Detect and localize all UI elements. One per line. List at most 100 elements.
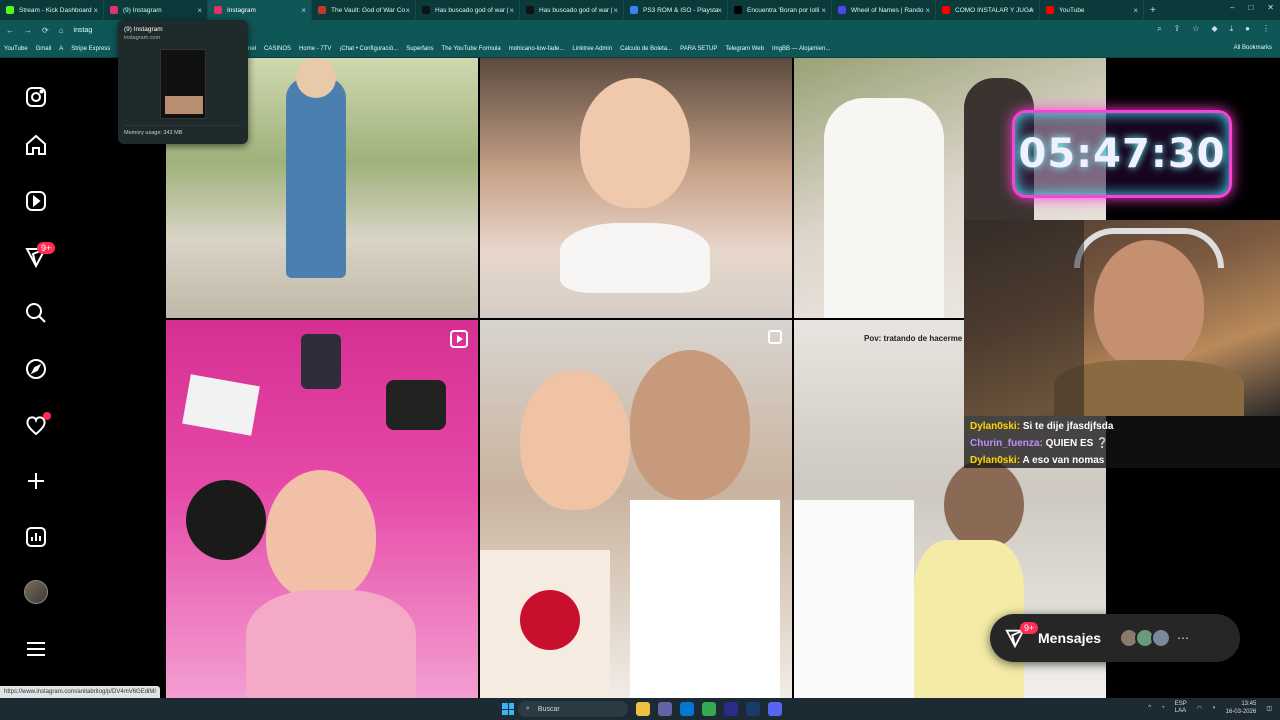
profile-avatar[interactable] bbox=[24, 580, 48, 604]
share-icon[interactable]: ⇪ bbox=[1174, 24, 1181, 34]
all-bookmarks-button[interactable]: All Bookmarks bbox=[1234, 45, 1272, 51]
maximize-icon[interactable]: □ bbox=[1248, 3, 1253, 12]
bookmark-item[interactable]: The YouTube Formula bbox=[442, 46, 501, 52]
create-plus-icon[interactable] bbox=[23, 468, 49, 494]
menu-icon[interactable]: ⋮ bbox=[1262, 24, 1270, 34]
bookmark-star-icon[interactable]: ☆ bbox=[1192, 24, 1199, 34]
instagram-logo-icon[interactable] bbox=[23, 84, 49, 110]
close-tab-icon[interactable]: × bbox=[509, 6, 514, 15]
bookmark-item[interactable]: YouTube bbox=[4, 46, 28, 52]
premiere-icon[interactable] bbox=[724, 702, 738, 716]
close-tab-icon[interactable]: × bbox=[613, 6, 618, 15]
close-tab-icon[interactable]: × bbox=[197, 6, 202, 15]
more-menu-icon[interactable] bbox=[23, 636, 49, 662]
dashboard-icon[interactable] bbox=[23, 524, 49, 550]
browser-tab[interactable]: PS3 ROM & ISO - Playsta × bbox=[624, 0, 728, 20]
tab-favicon-icon bbox=[838, 6, 846, 14]
extension-icon[interactable]: ◆ bbox=[1211, 24, 1217, 34]
taskbar-search-placeholder: Buscar bbox=[537, 705, 560, 713]
bookmark-item[interactable]: Stripe Express bbox=[71, 46, 110, 52]
tab-favicon-icon bbox=[1046, 6, 1054, 14]
back-icon[interactable]: ← bbox=[6, 26, 14, 35]
preview-url: instagram.com bbox=[124, 35, 161, 41]
more-options-icon[interactable]: ⋯ bbox=[1177, 631, 1189, 645]
stream-timer: 05:47:30 bbox=[1012, 110, 1232, 198]
close-tab-icon[interactable]: × bbox=[1029, 6, 1034, 15]
bookmark-item[interactable]: Telegram Web bbox=[725, 46, 764, 52]
minimize-icon[interactable]: – bbox=[1230, 3, 1234, 12]
chat-text: QUIEN ES ❔ bbox=[1045, 438, 1109, 449]
notifications-icon[interactable]: ◫ bbox=[1266, 705, 1272, 712]
messages-label: Mensajes bbox=[1038, 630, 1102, 646]
volume-icon[interactable]: ◖ bbox=[1212, 705, 1216, 711]
browser-tab[interactable]: Wheel of Names | Rando × bbox=[832, 0, 936, 20]
chat-text: Si te dije jfasdjfsda bbox=[1022, 421, 1114, 432]
close-tab-icon[interactable]: × bbox=[821, 6, 826, 15]
close-tab-icon[interactable]: × bbox=[717, 6, 722, 15]
browser-tab[interactable]: YouTube × bbox=[1040, 0, 1144, 20]
browser-tab-bar: Stream - Kick Dashboard × (9) Instagram × In… bbox=[0, 0, 1280, 20]
browser-tab[interactable]: Has buscado god of war | × bbox=[416, 0, 520, 20]
network-icon[interactable]: ◔ bbox=[1161, 705, 1165, 711]
browser-tab[interactable]: COMO INSTALAR Y JUGA × bbox=[936, 0, 1040, 20]
close-tab-icon[interactable]: × bbox=[1133, 6, 1138, 15]
browser-tab[interactable]: (9) Instagram × bbox=[104, 0, 208, 20]
url-field[interactable]: instag bbox=[74, 27, 93, 34]
browser-tab[interactable]: Encuentra 'Boran por lolli × bbox=[728, 0, 832, 20]
photoshop-icon[interactable] bbox=[746, 702, 760, 716]
wifi-icon[interactable]: ◠ bbox=[1197, 705, 1202, 712]
close-tab-icon[interactable]: × bbox=[301, 6, 306, 15]
taskbar-search[interactable]: ⌕ Buscar bbox=[518, 701, 628, 717]
close-tab-icon[interactable]: × bbox=[405, 6, 410, 15]
mail-icon[interactable] bbox=[680, 702, 694, 716]
close-tab-icon[interactable]: × bbox=[93, 6, 98, 15]
download-icon[interactable]: ⤓ bbox=[1230, 24, 1234, 34]
bookmark-item[interactable]: PARA SETUP bbox=[680, 46, 717, 52]
post-thumbnail[interactable] bbox=[480, 58, 792, 318]
browser-tab[interactable]: Instagram × bbox=[208, 0, 312, 20]
bookmark-item[interactable]: Gmail bbox=[36, 46, 52, 52]
bookmark-item[interactable]: Superfans bbox=[406, 46, 433, 52]
clock[interactable]: 13:45 16-03-2026 bbox=[1226, 700, 1257, 716]
bookmark-item[interactable]: mohicano-low-fade... bbox=[509, 46, 565, 52]
tab-title: Stream - Kick Dashboard bbox=[19, 6, 92, 14]
home-icon[interactable] bbox=[23, 132, 49, 158]
post-thumbnail[interactable] bbox=[480, 320, 792, 698]
bookmark-item[interactable]: Calculo de Boleta... bbox=[620, 46, 672, 52]
teams-icon[interactable] bbox=[658, 702, 672, 716]
status-bar-url: https://www.instagram.com/anitabritog/p/… bbox=[0, 686, 161, 698]
recent-chat-avatars bbox=[1119, 628, 1172, 648]
language-indicator[interactable]: ESP LAA bbox=[1175, 701, 1187, 715]
bookmark-item[interactable]: Linktree Admin bbox=[572, 46, 612, 52]
browser-tab[interactable]: Stream - Kick Dashboard × bbox=[0, 0, 104, 20]
browser-tab[interactable]: The Vault: God of War Co × bbox=[312, 0, 416, 20]
tab-title: Has buscado god of war | bbox=[539, 6, 613, 14]
streamer-webcam bbox=[964, 220, 1280, 416]
bookmark-item[interactable]: CASINOS bbox=[264, 46, 291, 52]
new-tab-button[interactable]: + bbox=[1150, 5, 1156, 16]
profile-icon[interactable]: ● bbox=[1245, 24, 1250, 34]
reload-icon[interactable]: ⟳ bbox=[42, 26, 49, 35]
bookmark-item[interactable]: Home - 7TV bbox=[299, 46, 331, 52]
bookmark-item[interactable]: A bbox=[59, 46, 63, 52]
browser-tab[interactable]: Has buscado god of war | × bbox=[520, 0, 624, 20]
forward-icon[interactable]: → bbox=[24, 26, 32, 35]
post-thumbnail[interactable] bbox=[166, 320, 478, 698]
start-button-icon[interactable] bbox=[502, 703, 514, 715]
reel-icon bbox=[450, 330, 468, 348]
reels-icon[interactable] bbox=[23, 188, 49, 214]
close-tab-icon[interactable]: × bbox=[925, 6, 930, 15]
discord-icon[interactable] bbox=[768, 702, 782, 716]
file-explorer-icon[interactable] bbox=[636, 702, 650, 716]
bookmark-item[interactable]: ImgBB — Alojamien... bbox=[772, 46, 830, 52]
tray-chevron-icon[interactable]: ^ bbox=[1148, 705, 1151, 711]
home-icon[interactable]: ⌂ bbox=[59, 26, 64, 35]
close-icon[interactable]: ✕ bbox=[1267, 3, 1274, 12]
bookmark-item[interactable]: ¡Chat • Configuració... bbox=[339, 46, 398, 52]
chrome-icon[interactable] bbox=[702, 702, 716, 716]
explore-icon[interactable] bbox=[23, 356, 49, 382]
chat-message: Dylan0ski: Si te dije jfasdjfsda bbox=[970, 418, 1274, 435]
carousel-icon bbox=[768, 330, 782, 344]
search-icon[interactable] bbox=[23, 300, 49, 326]
zoom-icon[interactable]: ⌕ bbox=[1157, 24, 1161, 34]
